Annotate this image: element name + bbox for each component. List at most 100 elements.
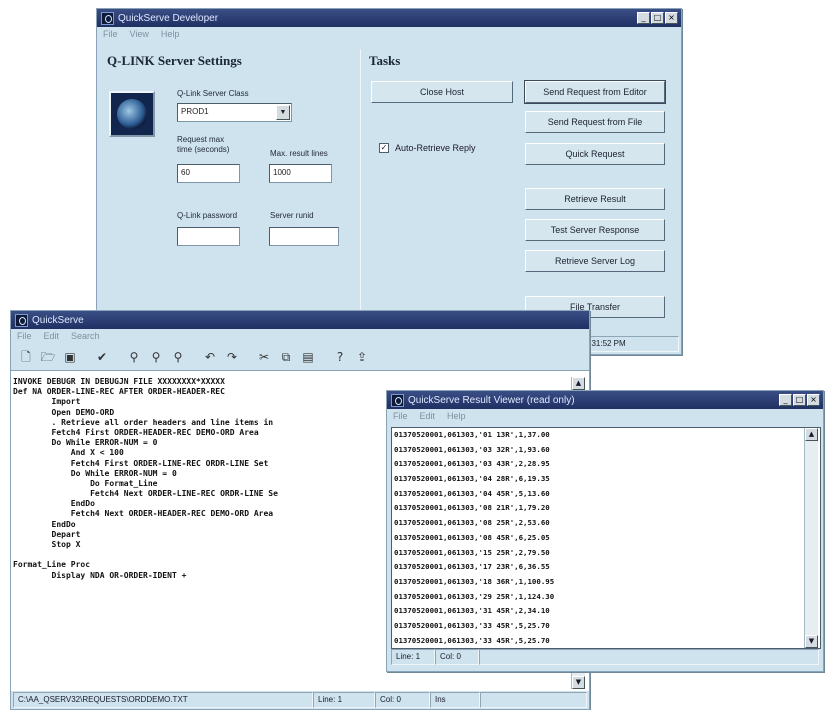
result-list[interactable]: 01370520001,061303,'01 13R',1,37.00 01370…: [391, 427, 821, 649]
test-server-response-button[interactable]: Test Server Response: [525, 219, 665, 241]
viewer-titlebar[interactable]: QuickServe Result Viewer (read only) _ □…: [387, 391, 823, 409]
copy-icon[interactable]: ⧉: [277, 348, 295, 366]
menu-search[interactable]: Search: [71, 331, 100, 341]
menu-edit[interactable]: Edit: [44, 331, 60, 341]
app-icon: [101, 11, 114, 25]
result-line: 01370520001,061303,'33 45R',5,25.70: [394, 620, 550, 630]
result-lines: 01370520001,061303,'01 13R',1,37.00 01370…: [392, 428, 820, 648]
disc-icon: [117, 99, 147, 129]
result-line: 01370520001,061303,'03 32R',1,93.60: [394, 444, 550, 454]
minimize-button[interactable]: _: [779, 394, 792, 406]
status-empty: [479, 649, 819, 665]
editor-statusbar: C:\AA_QSERV32\REQUESTS\ORDDEMO.TXT Line:…: [11, 691, 589, 709]
server-class-select[interactable]: PROD1 ▼: [177, 103, 292, 122]
viewer-title: QuickServe Result Viewer (read only): [408, 394, 575, 406]
editor-menubar: File Edit Search: [11, 329, 589, 343]
scroll-down-icon[interactable]: ▼: [805, 635, 818, 648]
menu-file[interactable]: File: [393, 411, 408, 421]
viewer-statusbar: Line: 1 Col: 0: [391, 649, 819, 665]
max-result-value: 1000: [273, 168, 291, 177]
maximize-button[interactable]: □: [793, 394, 806, 406]
new-file-icon[interactable]: 🗋: [17, 348, 35, 366]
menu-file[interactable]: File: [17, 331, 32, 341]
result-line: 01370520001,061303,'08 45R',6,25.05: [394, 532, 550, 542]
password-label: Q-Link password: [177, 211, 238, 220]
result-line: 01370520001,061303,'15 25R',2,79.50: [394, 547, 550, 557]
developer-title: QuickServe Developer: [118, 12, 219, 24]
max-result-label: Max. result lines: [270, 149, 328, 158]
result-line: 01370520001,061303,'01 13R',1,37.00: [394, 430, 550, 439]
menu-view[interactable]: View: [130, 29, 149, 39]
editor-titlebar[interactable]: QuickServe: [11, 311, 589, 329]
scroll-down-icon[interactable]: ▼: [572, 676, 585, 689]
status-line: Line: 1: [391, 649, 435, 665]
status-ins: Ins: [430, 692, 480, 708]
tasks-title: Tasks: [369, 53, 401, 68]
qlink-logo: [109, 91, 155, 137]
scroll-up-icon[interactable]: ▲: [572, 377, 585, 390]
developer-titlebar[interactable]: QuickServe Developer _ □ ×: [97, 9, 681, 27]
maximize-button[interactable]: □: [651, 12, 664, 24]
menu-file[interactable]: File: [103, 29, 118, 39]
check-icon[interactable]: ✔: [93, 348, 111, 366]
minimize-button[interactable]: _: [637, 12, 650, 24]
send-request-editor-button[interactable]: Send Request from Editor: [524, 80, 666, 104]
server-uid-label: Server runid: [270, 211, 314, 220]
undo-icon[interactable]: ↶: [201, 348, 219, 366]
cut-icon[interactable]: ✂: [255, 348, 273, 366]
auto-retrieve-label: Auto-Retrieve Reply: [395, 143, 476, 153]
password-input[interactable]: [177, 227, 240, 246]
send-icon[interactable]: ⇪: [353, 348, 371, 366]
viewer-scrollbar[interactable]: ▲ ▼: [804, 428, 818, 648]
redo-icon[interactable]: ↷: [223, 348, 241, 366]
checkbox-check-icon[interactable]: ✓: [379, 143, 389, 153]
close-button[interactable]: ×: [665, 12, 678, 24]
result-line: 01370520001,061303,'31 45R',2,34.10: [394, 606, 550, 616]
result-line: 01370520001,061303,'04 28R',6,19.35: [394, 474, 550, 484]
code-line: INVOKE DEBUGR IN DEBUGJN FILE XXXXXXXX*X…: [13, 377, 225, 386]
save-icon[interactable]: ▣: [61, 348, 79, 366]
request-max-input[interactable]: 60: [177, 164, 240, 183]
result-line: 01370520001,061303,'08 25R',2,53.60: [394, 518, 550, 528]
menu-help[interactable]: Help: [447, 411, 466, 421]
close-host-button[interactable]: Close Host: [371, 81, 513, 103]
help-icon[interactable]: ?: [331, 348, 349, 366]
auto-retrieve-checkbox[interactable]: ✓ Auto-Retrieve Reply: [379, 143, 476, 153]
editor-title: QuickServe: [32, 314, 84, 326]
close-button[interactable]: ×: [807, 394, 820, 406]
send-request-file-button[interactable]: Send Request from File: [525, 111, 665, 133]
server-uid-input[interactable]: [269, 227, 339, 246]
result-line: 01370520001,061303,'08 21R',1,79.20: [394, 503, 550, 513]
find-next-icon[interactable]: ⚲: [147, 348, 165, 366]
status-line: Line: 1: [313, 692, 375, 708]
menu-edit[interactable]: Edit: [420, 411, 436, 421]
request-max-label-1: Request max: [177, 135, 225, 144]
max-result-input[interactable]: 1000: [269, 164, 332, 183]
developer-window: QuickServe Developer _ □ × File View Hel…: [96, 8, 682, 355]
status-path: C:\AA_QSERV32\REQUESTS\ORDDEMO.TXT: [13, 692, 313, 708]
replace-icon[interactable]: ⚲: [169, 348, 187, 366]
paste-icon[interactable]: ▤: [299, 348, 317, 366]
request-max-value: 60: [181, 168, 190, 177]
quick-request-button[interactable]: Quick Request: [525, 143, 665, 165]
find-icon[interactable]: ⚲: [125, 348, 143, 366]
retrieve-result-button[interactable]: Retrieve Result: [525, 188, 665, 210]
open-folder-icon[interactable]: 🗁: [39, 348, 57, 366]
developer-menubar: File View Help: [97, 27, 681, 41]
editor-toolbar: 🗋 🗁 ▣ ✔ ⚲ ⚲ ⚲ ↶ ↷ ✂ ⧉ ▤ ? ⇪: [11, 343, 589, 371]
status-empty: [480, 692, 587, 708]
app-icon: [15, 313, 28, 327]
scroll-up-icon[interactable]: ▲: [805, 428, 818, 441]
settings-title: Q-LINK Server Settings: [107, 53, 242, 68]
status-col: Col: 0: [375, 692, 430, 708]
section-divider: [360, 49, 361, 335]
result-line: 01370520001,061303,'03 43R',2,28.95: [394, 459, 550, 469]
menu-help[interactable]: Help: [161, 29, 180, 39]
result-line: 01370520001,061303,'29 25R',1,124.30: [394, 591, 555, 601]
status-col: Col: 0: [435, 649, 479, 665]
retrieve-server-log-button[interactable]: Retrieve Server Log: [525, 250, 665, 272]
chevron-down-icon[interactable]: ▼: [276, 105, 290, 120]
request-max-label-2: time (seconds): [177, 145, 230, 154]
app-icon: [391, 393, 404, 407]
result-line: 01370520001,061303,'17 23R',6,36.55: [394, 562, 550, 572]
